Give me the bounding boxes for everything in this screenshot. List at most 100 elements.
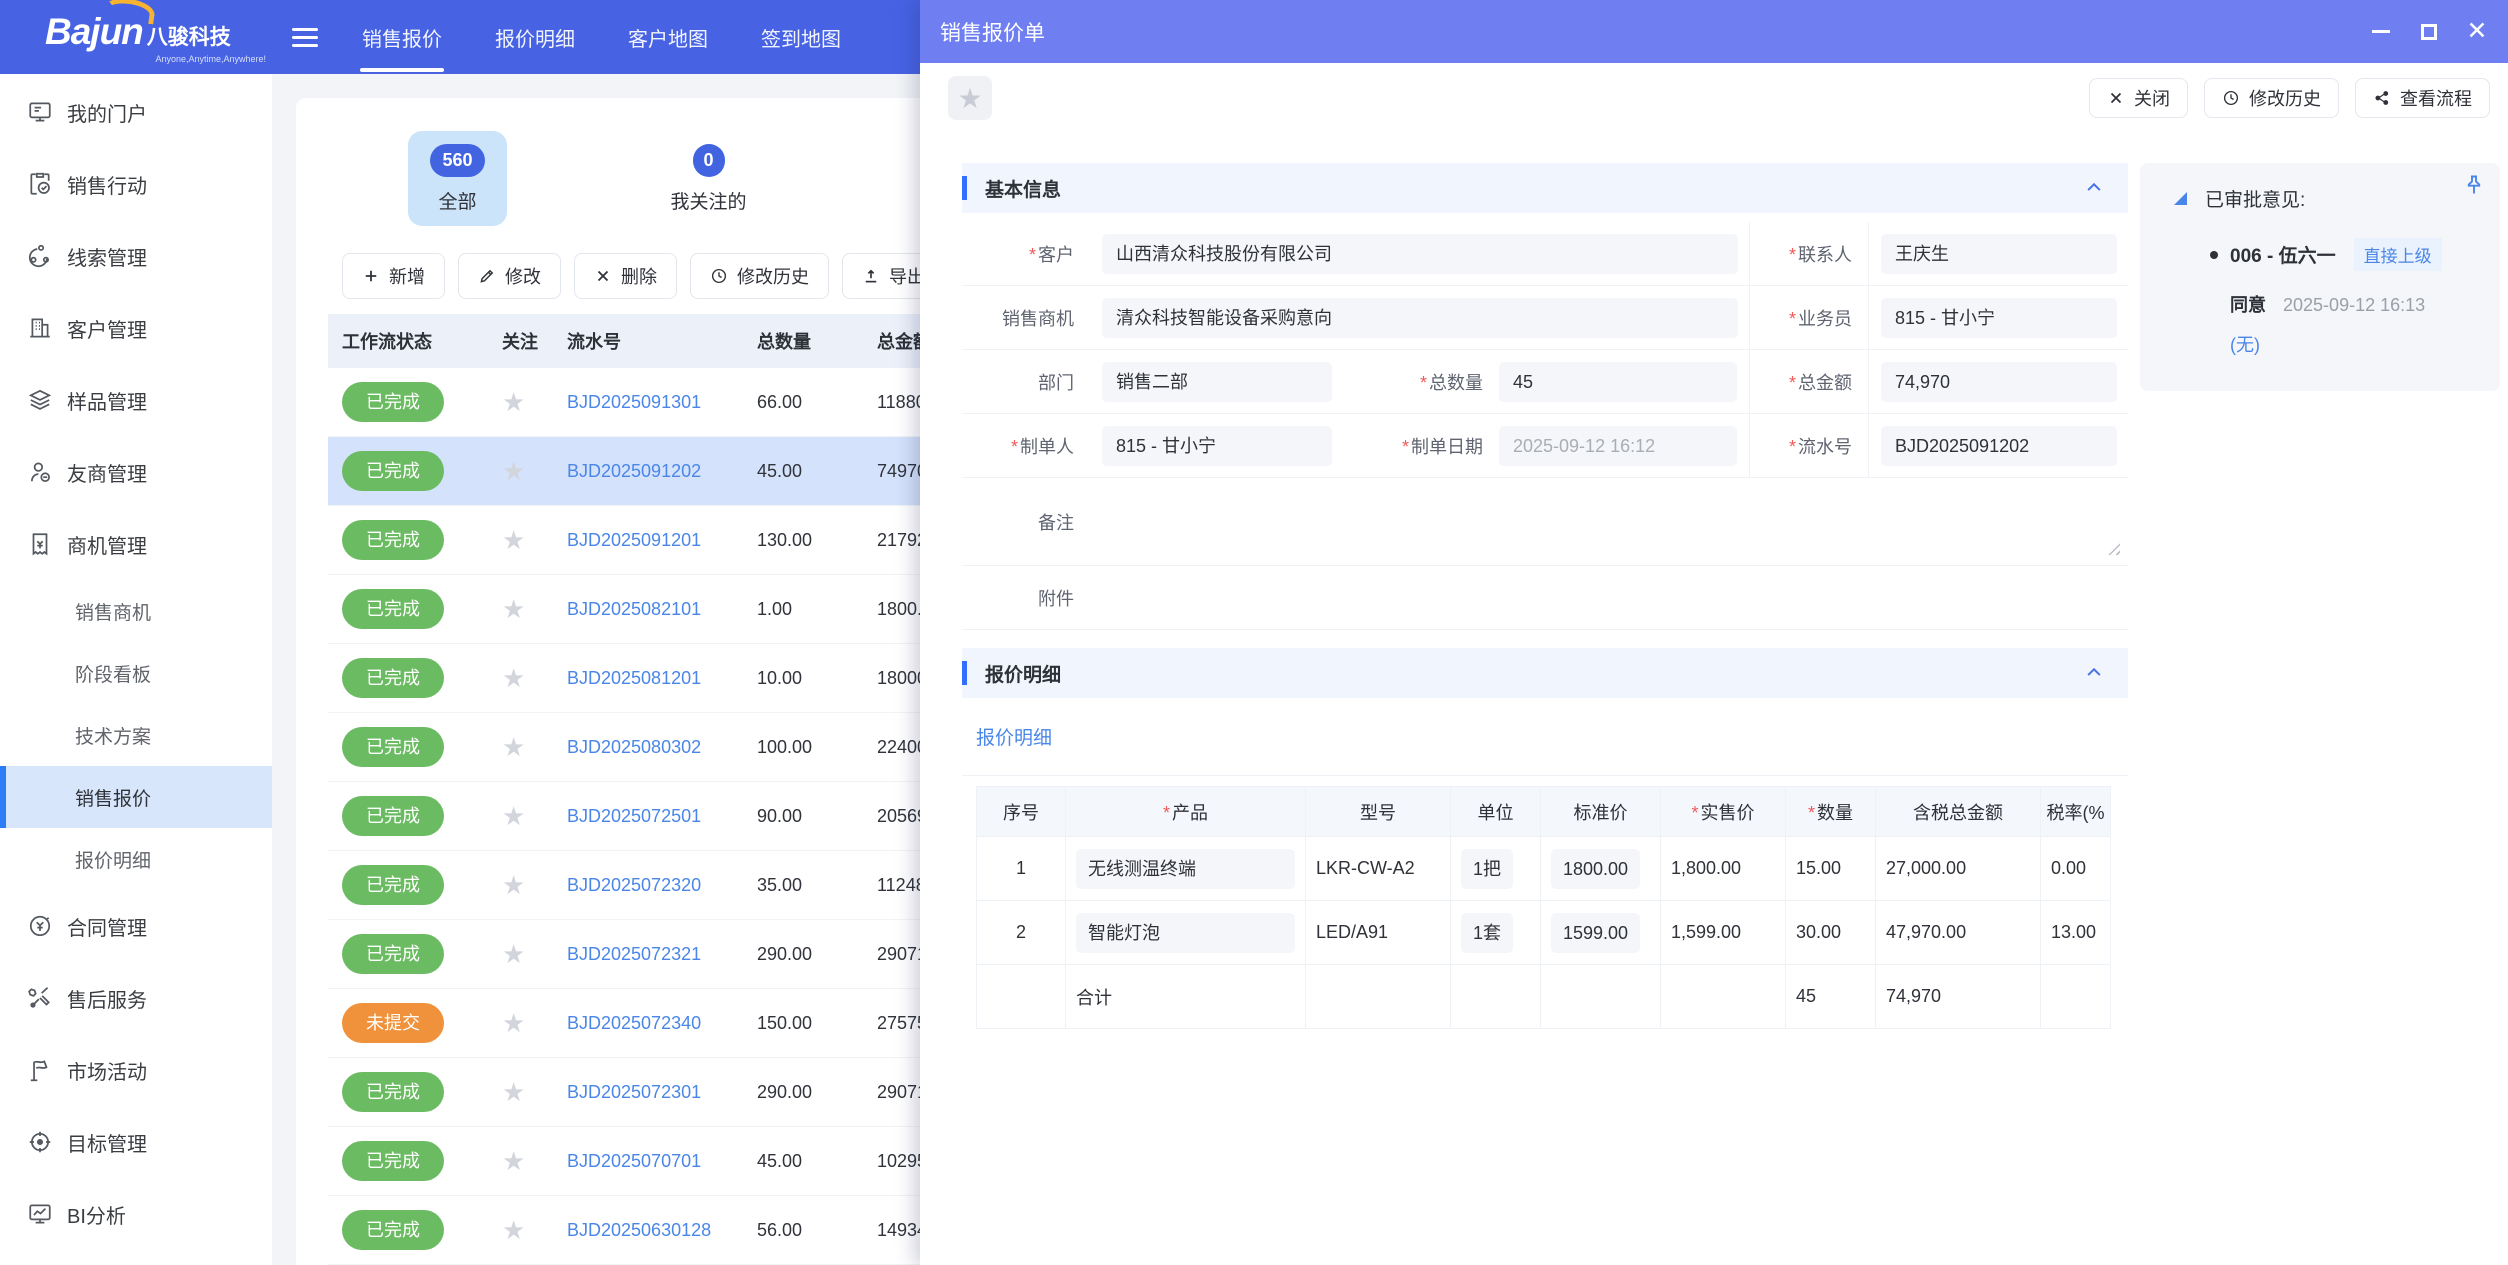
status-badge: 已完成 [342,1072,444,1112]
sidebar-item-12[interactable]: 合同管理 [0,890,272,962]
salesman-field[interactable]: 815 - 甘小宁 [1881,298,2117,338]
star-icon[interactable]: ★ [502,456,525,486]
flow-no-link[interactable]: BJD2025072301 [567,1082,701,1102]
quote-detail-link[interactable]: 报价明细 [976,723,1052,750]
sidebar-item-13[interactable]: 售后服务 [0,962,272,1034]
star-icon[interactable]: ★ [502,525,525,555]
flow-no-link[interactable]: BJD2025070701 [567,1151,701,1171]
star-icon[interactable]: ★ [502,1215,525,1245]
history-button[interactable]: 修改历史 [2204,78,2339,118]
toolbar-button-3[interactable]: 修改历史 [690,253,829,299]
make-date-field[interactable]: 2025-09-12 16:12 [1499,426,1737,466]
star-icon[interactable]: ★ [502,939,525,969]
sidebar-item-2[interactable]: 线索管理 [0,220,272,292]
favorite-button[interactable]: ★ [948,76,992,120]
detail-cell-input[interactable]: 1800.00 [1551,849,1640,889]
sidebar-item-11[interactable]: 报价明细 [0,828,272,890]
nav-tab-2[interactable]: 客户地图 [626,0,710,74]
toolbar-button-0[interactable]: 新增 [342,253,445,299]
sidebar-item-3[interactable]: 客户管理 [0,292,272,364]
total-amount-field[interactable]: 74,970 [1881,362,2117,402]
customer-icon [27,315,53,341]
maximize-icon[interactable] [2418,21,2440,43]
section-quote-detail[interactable]: 报价明细 [962,648,2128,698]
nav-tab-0[interactable]: 销售报价 [360,0,444,74]
flow-no-link[interactable]: BJD2025082101 [567,599,701,619]
star-icon[interactable]: ★ [502,1077,525,1107]
flow-no-link[interactable]: BJD2025080302 [567,737,701,757]
star-icon[interactable]: ★ [502,801,525,831]
sidebar-item-16[interactable]: BI分析 [0,1178,272,1250]
portal-icon [27,99,53,125]
filter-followed[interactable]: 0 我关注的 [659,131,758,226]
sidebar-item-14[interactable]: 市场活动 [0,1034,272,1106]
contact-field[interactable]: 王庆生 [1881,234,2117,274]
star-icon[interactable]: ★ [502,594,525,624]
approval-comment[interactable]: (无) [2230,335,2260,355]
sidebar-item-7[interactable]: 销售商机 [0,580,272,642]
approver-name: 006 - 伍六一 [2230,241,2336,268]
sidebar-item-15[interactable]: 目标管理 [0,1106,272,1178]
edit-icon [478,267,496,285]
status-badge: 已完成 [342,658,444,698]
filter-all[interactable]: 560 全部 [408,131,507,226]
detail-cell-input[interactable]: 无线测温终端 [1076,849,1295,889]
sidebar-item-6[interactable]: 商机管理 [0,508,272,580]
dept-field[interactable]: 销售二部 [1102,362,1332,402]
sidebar-item-5[interactable]: 友商管理 [0,436,272,508]
detail-row: 1无线测温终端LKR-CW-A21把1800.001,800.0015.0027… [977,837,2111,901]
detail-cell-input[interactable]: 1把 [1461,849,1513,889]
logo-tagline: Anyone,Anytime,Anywhere! [45,54,272,64]
flow-no-link[interactable]: BJD2025072320 [567,875,701,895]
detail-cell-input[interactable]: 智能灯泡 [1076,913,1295,953]
flow-no-link[interactable]: BJD2025072340 [567,1013,701,1033]
flow-no-field[interactable]: BJD2025091202 [1881,426,2117,466]
close-icon[interactable]: ✕ [2466,21,2488,43]
flow-no-link[interactable]: BJD2025072321 [567,944,701,964]
flow-no-link[interactable]: BJD2025091301 [567,392,701,412]
total-qty-field[interactable]: 45 [1499,362,1737,402]
sidebar-item-4[interactable]: 样品管理 [0,364,272,436]
flow-no-link[interactable]: BJD20250630128 [567,1220,711,1240]
detail-col-3: 单位 [1451,787,1541,837]
menu-icon[interactable] [292,28,318,47]
nav-tab-1[interactable]: 报价明细 [493,0,577,74]
detail-cell-input[interactable]: 1套 [1461,913,1513,953]
status-badge: 已完成 [342,589,444,629]
star-icon[interactable]: ★ [502,1008,525,1038]
sidebar-item-1[interactable]: 销售行动 [0,148,272,220]
sidebar-item-10[interactable]: 销售报价 [0,766,272,828]
section-basic-info[interactable]: 基本信息 [962,163,2128,213]
flow-no-link[interactable]: BJD2025072501 [567,806,701,826]
drawer-header: 销售报价单 ✕ [920,0,2508,63]
approval-title-row[interactable]: 已审批意见: [2174,185,2480,212]
opportunity-field[interactable]: 清众科技智能设备采购意向 [1102,298,1738,338]
chevron-up-icon[interactable] [2084,178,2104,198]
close-drawer-button[interactable]: 关闭 [2089,78,2188,118]
star-icon[interactable]: ★ [502,870,525,900]
nav-tabs: 销售报价报价明细客户地图签到地图 [360,0,892,74]
sidebar-item-0[interactable]: 我的门户 [0,76,272,148]
nav-tab-3[interactable]: 签到地图 [759,0,843,74]
flow-no-link[interactable]: BJD2025091202 [567,461,701,481]
star-icon[interactable]: ★ [502,732,525,762]
form-row-opportunity: 销售商机 清众科技智能设备采购意向 *业务员 815 - 甘小宁 [962,286,2128,350]
star-icon[interactable]: ★ [502,663,525,693]
sidebar-item-8[interactable]: 阶段看板 [0,642,272,704]
chevron-up-icon[interactable] [2084,663,2104,683]
customer-field[interactable]: 山西清众科技股份有限公司 [1102,234,1738,274]
toolbar-button-2[interactable]: 删除 [574,253,677,299]
sidebar-item-9[interactable]: 技术方案 [0,704,272,766]
pin-icon[interactable] [2462,173,2486,197]
minimize-icon[interactable] [2370,21,2392,43]
flow-no-link[interactable]: BJD2025081201 [567,668,701,688]
star-icon[interactable]: ★ [502,387,525,417]
maker-field[interactable]: 815 - 甘小宁 [1102,426,1332,466]
resize-handle-icon[interactable] [2103,538,2120,555]
history-icon [2222,89,2240,107]
detail-cell-input[interactable]: 1599.00 [1551,913,1640,953]
toolbar-button-1[interactable]: 修改 [458,253,561,299]
view-flow-button[interactable]: 查看流程 [2355,78,2490,118]
flow-no-link[interactable]: BJD2025091201 [567,530,701,550]
star-icon[interactable]: ★ [502,1146,525,1176]
